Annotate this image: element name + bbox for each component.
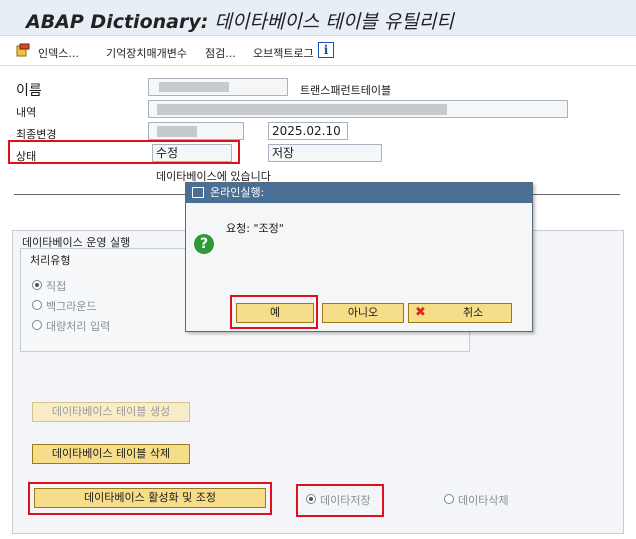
create-db-table-button[interactable]: 데이타베이스 테이블 생성 xyxy=(32,402,190,422)
redacted-description xyxy=(157,104,447,115)
table-name-field xyxy=(148,78,288,96)
radio-delete-data[interactable] xyxy=(444,494,454,504)
radio-background-label: 백그라운드 xyxy=(46,300,97,313)
index-button[interactable]: 인덱스... xyxy=(38,45,79,61)
cancel-label: 취소 xyxy=(463,306,484,319)
description-field xyxy=(148,100,568,118)
activate-highlight-box xyxy=(28,482,272,515)
object-log-button[interactable]: 오브젝트로그 xyxy=(253,45,314,61)
check-button[interactable]: 점검... xyxy=(205,45,236,61)
status-highlight-box xyxy=(8,140,240,164)
save-data-highlight-box xyxy=(296,484,384,517)
delete-db-table-button[interactable]: 데이타베이스 테이블 삭제 xyxy=(32,444,190,464)
cancel-button[interactable]: ✖ 취소 xyxy=(408,303,512,323)
radio-mass-processing[interactable] xyxy=(32,320,42,330)
radio-background[interactable] xyxy=(32,300,42,310)
processing-type-title: 처리유형 xyxy=(30,254,71,267)
cancel-x-icon: ✖ xyxy=(415,305,426,320)
last-changed-date-field: 2025.02.10 xyxy=(268,122,348,140)
page-title: ABAP Dictionary: 데이타베이스 테이블 유틸리티 xyxy=(26,11,454,33)
dialog-title: 온라인실행: xyxy=(186,183,532,203)
redacted-user xyxy=(157,126,197,137)
info-icon[interactable]: i xyxy=(318,42,334,58)
radio-delete-data-label: 데이타삭제 xyxy=(458,494,509,507)
no-button[interactable]: 아니오 xyxy=(322,303,404,323)
radio-direct-label: 직접 xyxy=(46,280,67,293)
description-label: 내역 xyxy=(16,106,37,119)
name-label: 이름 xyxy=(16,83,42,99)
dialog-message: 요청: "조정" xyxy=(226,222,284,235)
radio-mass-processing-label: 대량처리 입력 xyxy=(46,320,111,333)
radio-direct[interactable] xyxy=(32,280,42,290)
yes-highlight-box xyxy=(230,295,318,329)
dialog-window-icon xyxy=(192,187,204,198)
index-icon[interactable] xyxy=(16,43,30,57)
status-saved-field: 저장 xyxy=(268,144,382,162)
storage-params-button[interactable]: 기억장치매개변수 xyxy=(106,45,187,61)
table-type-text: 트랜스패런트테이블 xyxy=(300,84,392,97)
redacted-name xyxy=(159,82,229,92)
last-changed-user-field xyxy=(148,122,244,140)
question-icon: ? xyxy=(194,234,214,254)
